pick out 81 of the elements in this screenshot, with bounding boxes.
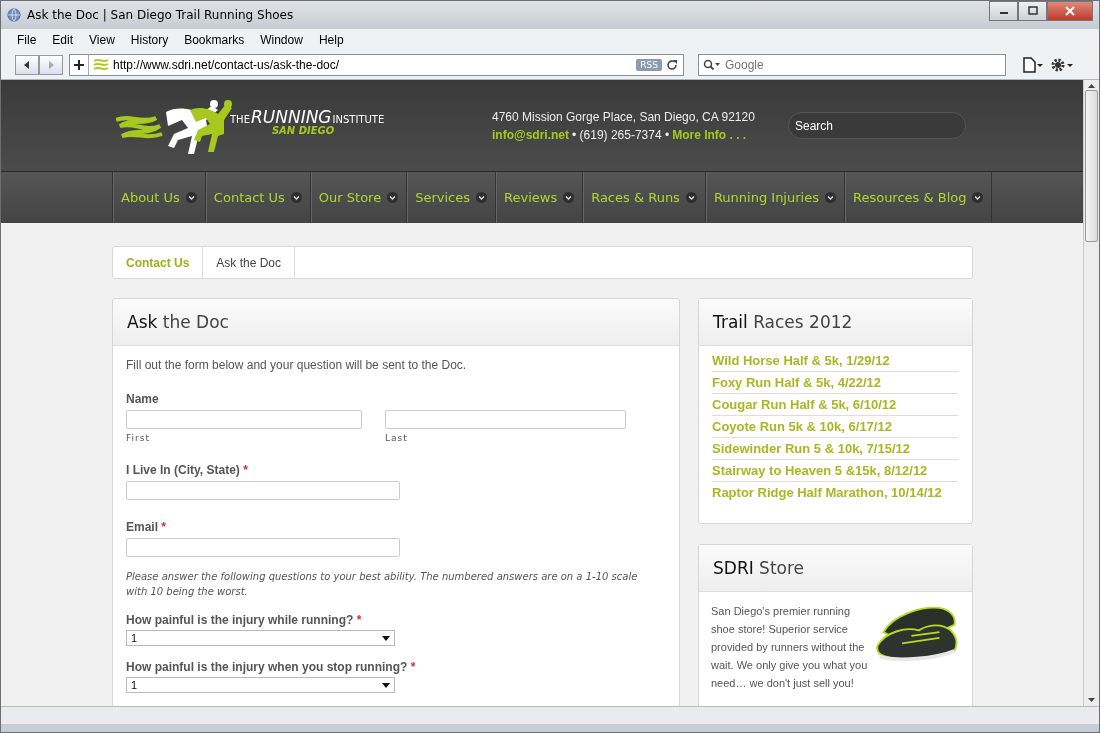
plus-icon xyxy=(74,60,84,70)
required-mark: * xyxy=(356,613,362,627)
site-search-field[interactable]: Search xyxy=(788,112,966,139)
field-label: Name xyxy=(126,392,159,406)
menu-item[interactable]: Help xyxy=(310,31,352,49)
rating-dropdown[interactable]: 1 xyxy=(126,630,395,646)
close-icon xyxy=(1065,6,1075,16)
logo-text: THE xyxy=(230,114,250,125)
nav-menu-item[interactable]: Races & Runs xyxy=(583,172,706,223)
nav-menu-item[interactable]: Running Injuries xyxy=(705,172,845,223)
more-info-link[interactable]: More Info . . . xyxy=(672,127,747,142)
required-mark: * xyxy=(243,463,248,477)
panel-title: Trail Races 2012 xyxy=(713,312,853,332)
dropdown-arrow-icon xyxy=(382,682,390,688)
panel-title: Ask the Doc xyxy=(127,312,229,332)
chevron-down-icon xyxy=(476,192,487,203)
nav-menu-item[interactable]: Reviews xyxy=(496,172,584,223)
panel-title: SDRI Store xyxy=(713,558,805,578)
window-title: Ask the Doc | San Diego Trail Running Shoes xyxy=(27,8,294,22)
close-button[interactable] xyxy=(1047,1,1093,21)
menu-item[interactable]: History xyxy=(122,31,177,49)
email-link[interactable]: info@sdri.net xyxy=(492,127,570,142)
forward-arrow-icon xyxy=(47,61,55,69)
question-label: How painful is the injury when you stop running? xyxy=(126,660,408,674)
address-bar[interactable]: http://www.sdri.net/contact-us/ask-the-doc/ RSS xyxy=(69,54,684,76)
required-mark: * xyxy=(161,520,167,534)
first-name-field[interactable] xyxy=(126,410,362,429)
field-hint: First xyxy=(126,433,151,443)
browser-globe-icon xyxy=(7,8,21,22)
store-text: San Diego's premier running shoe store! Superior service provided by runners without the wait. We only give you what you need… we don't just sell you! xyxy=(711,604,869,691)
instruction-text: Please answer the following questions to your best ability. The numbered answers are on a 1-10 scale with 10 being the worst. xyxy=(126,570,639,599)
nav-menu-item[interactable]: Resources & Blog xyxy=(844,172,993,223)
phone-text: • (619) 265-7374 • xyxy=(572,127,670,142)
chevron-down-icon xyxy=(563,192,575,203)
question-label: How painful is the injury while running? xyxy=(126,613,354,627)
menu-item[interactable]: Bookmarks xyxy=(176,31,253,49)
page-icon[interactable] xyxy=(1022,57,1044,73)
maximize-icon xyxy=(1027,6,1038,16)
email-field[interactable] xyxy=(126,538,400,557)
breadcrumb-item[interactable]: Ask the Doc xyxy=(203,247,296,278)
menu-item[interactable]: Window xyxy=(252,31,311,49)
logo-text: SAN DIEGO xyxy=(271,125,335,136)
nav-menu-item[interactable]: Contact Us xyxy=(205,172,311,223)
dropdown-arrow-icon xyxy=(382,635,390,641)
chevron-down-icon xyxy=(685,192,697,203)
nav-menu-item[interactable]: About Us xyxy=(113,172,206,223)
chevron-down-icon xyxy=(972,192,984,203)
field-hint: Last xyxy=(385,433,409,443)
field-label: I Live In (City, State) xyxy=(126,463,240,477)
web-search-bar[interactable]: Google xyxy=(698,54,1006,76)
rating-dropdown[interactable]: 1 xyxy=(126,677,395,693)
field-label: Email xyxy=(126,520,158,534)
chevron-down-icon xyxy=(185,192,197,203)
scroll-up-icon[interactable] xyxy=(1088,84,1095,88)
minimize-button[interactable] xyxy=(989,1,1018,21)
scroll-down-icon[interactable] xyxy=(1088,698,1095,702)
back-arrow-icon xyxy=(23,61,31,69)
maximize-button[interactable] xyxy=(1018,1,1047,21)
rss-button[interactable]: RSS xyxy=(636,59,662,71)
logo-text: INSTITUTE xyxy=(332,114,385,125)
settings-icon[interactable] xyxy=(1050,57,1074,73)
site-favicon-icon xyxy=(93,58,109,72)
menu-item[interactable]: File xyxy=(9,31,45,49)
back-button[interactable] xyxy=(15,55,39,75)
nav-menu-item[interactable]: Our Store xyxy=(310,172,408,223)
address-text: 4760 Mission Gorge Place, San Diego, CA 92120 xyxy=(492,109,756,124)
chevron-down-icon xyxy=(387,192,399,203)
reload-icon[interactable] xyxy=(666,59,678,71)
chevron-down-icon xyxy=(290,192,302,203)
menu-item[interactable]: Edit xyxy=(44,31,82,49)
chevron-down-icon xyxy=(824,192,836,203)
city-field[interactable] xyxy=(126,481,400,500)
required-mark: * xyxy=(410,660,416,674)
intro-text: Fill out the form below and your question will be sent to the Doc. xyxy=(126,358,467,372)
nav-menu-item[interactable]: Services xyxy=(407,172,496,223)
menu-item[interactable]: View xyxy=(81,31,123,49)
logo-text: RUNNING xyxy=(250,107,332,127)
scrollbar-thumb[interactable] xyxy=(1085,90,1098,242)
last-name-field[interactable] xyxy=(385,410,626,429)
search-icon xyxy=(703,59,721,71)
vertical-scrollbar[interactable] xyxy=(1083,80,1099,706)
